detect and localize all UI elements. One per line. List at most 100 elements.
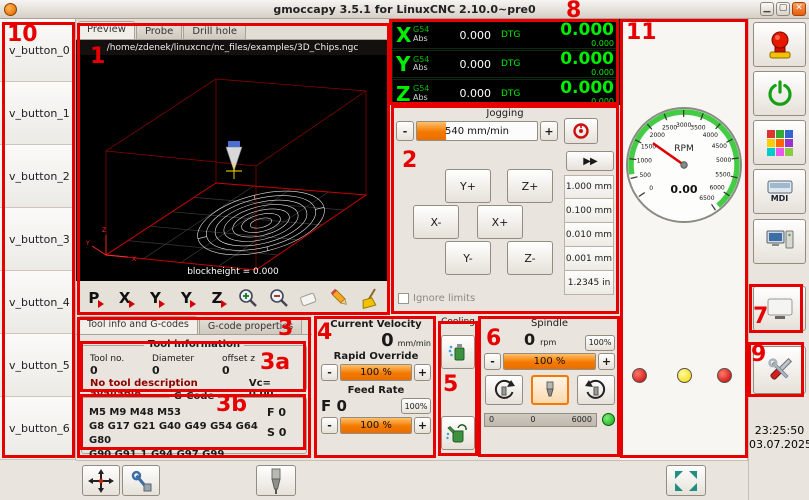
increment-item[interactable]: 0.100 mm (564, 199, 614, 223)
sidebar-v-button-6[interactable]: v_button_6 (0, 397, 75, 460)
preview-panel: Preview Probe Drill hole /home/zdenek/li… (76, 19, 390, 315)
spindle-right-icon (583, 378, 609, 402)
increment-item[interactable]: 0.010 mm (564, 223, 614, 247)
machine-on-button[interactable] (753, 71, 806, 116)
spindle-load-bar: 0 0 6000 (484, 413, 597, 427)
view-z-button[interactable]: Z (202, 284, 232, 312)
manual-mode-button[interactable] (82, 465, 120, 496)
zoom-in-button[interactable] (233, 284, 263, 312)
gremlin-3d-preview[interactable]: X Y Z blockheight = 0.000 (76, 55, 390, 281)
tab-preview[interactable]: Preview (78, 21, 135, 39)
jog-z-plus-button[interactable]: Z+ (507, 169, 553, 203)
sidebar-v-button-0[interactable]: v_button_0 (0, 19, 75, 82)
view-x-button[interactable]: X (110, 284, 140, 312)
mdi-mode-button[interactable]: MDI (753, 169, 806, 214)
estop-button[interactable] (753, 22, 806, 67)
fullscreen-button[interactable] (666, 465, 706, 496)
flood-button[interactable] (441, 416, 475, 450)
tab-gcode-properties[interactable]: G-code properties (199, 318, 302, 334)
svg-text:3000: 3000 (676, 122, 691, 129)
jog-speed-minus-button[interactable]: - (396, 121, 414, 141)
dro-axis-x[interactable]: X G54Abs 0.000 DTG 0.0000.000 (392, 21, 618, 49)
current-velocity-value: 0 (381, 330, 394, 351)
jog-x-minus-button[interactable]: X- (413, 205, 459, 239)
spindle-ccw-button[interactable] (485, 375, 523, 405)
sidebar-v-button-5[interactable]: v_button_5 (0, 334, 75, 397)
sidebar-v-button-4[interactable]: v_button_4 (0, 271, 75, 334)
spindle-reset-button[interactable]: 100% (585, 335, 615, 351)
cross-arrows-icon (87, 468, 115, 494)
dro-axis-y[interactable]: Y G54Abs 0.000 DTG 0.0000.000 (392, 50, 618, 78)
tool-information-frame: Tool information Tool no. Diameter offse… (81, 345, 307, 391)
jog-speed-slider[interactable]: 540 mm/min (416, 121, 538, 141)
spindle-stop-button[interactable] (531, 375, 569, 405)
increment-item[interactable]: 0.001 mm (564, 247, 614, 271)
spindle-unit: rpm (540, 338, 556, 347)
axis-label-x: X (132, 256, 136, 263)
increment-item[interactable]: 1.2345 in (564, 271, 614, 295)
tool-change-button[interactable] (256, 465, 296, 496)
jog-mode-button[interactable] (564, 118, 598, 144)
svg-text:4000: 4000 (703, 132, 718, 139)
color-grid-icon (765, 128, 795, 158)
settings-window-button[interactable] (753, 286, 806, 331)
offset-z-header: offset z (222, 354, 286, 364)
ignore-limits-checkbox[interactable]: Ignore limits (398, 293, 475, 304)
feed-rate-slider[interactable]: 100 % (340, 417, 412, 434)
view-y-button[interactable]: Y (141, 284, 171, 312)
gcode-speed: S 0 (267, 426, 299, 439)
increment-item[interactable]: 1.000 mm (564, 175, 614, 199)
close-button[interactable]: ✕ (792, 2, 806, 16)
tool-edit-button[interactable] (122, 465, 160, 496)
handwheel-icon (570, 122, 592, 140)
checkbox-icon (398, 293, 409, 304)
view-y2-button[interactable]: Y (171, 284, 201, 312)
tool-info-tabs: Tool info and G-codes G-code properties (76, 315, 312, 335)
gauge-label: RPM (674, 144, 693, 154)
view-p-button[interactable]: P (79, 284, 109, 312)
rapid-plus-button[interactable]: + (414, 364, 431, 381)
diameter-value: 0 (152, 364, 222, 377)
feed-reset-button[interactable]: 100% (401, 398, 431, 414)
minimize-button[interactable]: ▁ (760, 2, 774, 16)
jog-y-minus-button[interactable]: Y- (445, 241, 491, 275)
jog-z-minus-button[interactable]: Z- (507, 241, 553, 275)
clean-plot-button[interactable] (356, 284, 386, 312)
gcode-feed: F 0 (267, 406, 299, 419)
cooling-panel: Cooling (437, 315, 479, 460)
dro-axis-z[interactable]: Z G54Abs 0.000 DTG 0.0000.000 (392, 79, 618, 107)
status-light-red-left (632, 368, 647, 383)
tab-tool-info-gcodes[interactable]: Tool info and G-codes (78, 316, 198, 334)
feed-plus-button[interactable]: + (414, 417, 431, 434)
jog-y-plus-button[interactable]: Y+ (445, 169, 491, 203)
tab-drill-hole[interactable]: Drill hole (183, 23, 246, 39)
gcode-title: G-Code (170, 391, 219, 402)
spindle-title: Spindle (484, 318, 615, 329)
blank-window-icon (765, 296, 795, 322)
jog-speed-plus-button[interactable]: + (540, 121, 558, 141)
spindle-override-slider[interactable]: 100 % (503, 353, 596, 370)
sidebar-v-button-2[interactable]: v_button_2 (0, 145, 75, 208)
keyboard-button[interactable] (753, 120, 806, 165)
feed-minus-button[interactable]: - (321, 417, 338, 434)
clear-plot-button[interactable] (295, 284, 325, 312)
bottom-toolbar (76, 460, 748, 500)
sidebar-v-button-1[interactable]: v_button_1 (0, 82, 75, 145)
rapid-override-title: Rapid Override (321, 351, 431, 362)
zoom-out-button[interactable] (264, 284, 294, 312)
spindle-cw-button[interactable] (577, 375, 615, 405)
edit-gcode-button[interactable] (325, 284, 355, 312)
jog-x-plus-button[interactable]: X+ (477, 205, 523, 239)
spindle-minus-button[interactable]: - (484, 353, 501, 370)
rapid-minus-button[interactable]: - (321, 364, 338, 381)
jog-fast-button[interactable]: ▶▶ (566, 151, 614, 171)
maximize-button[interactable]: ▢ (776, 2, 790, 16)
auto-mode-button[interactable] (753, 219, 806, 264)
sidebar-v-button-3[interactable]: v_button_3 (0, 208, 75, 271)
tab-probe[interactable]: Probe (136, 23, 182, 39)
mist-button[interactable] (441, 335, 475, 369)
setup-tools-button[interactable] (753, 346, 806, 394)
rapid-override-slider[interactable]: 100 % (340, 364, 412, 381)
svg-text:0: 0 (649, 185, 653, 192)
spindle-plus-button[interactable]: + (598, 353, 615, 370)
